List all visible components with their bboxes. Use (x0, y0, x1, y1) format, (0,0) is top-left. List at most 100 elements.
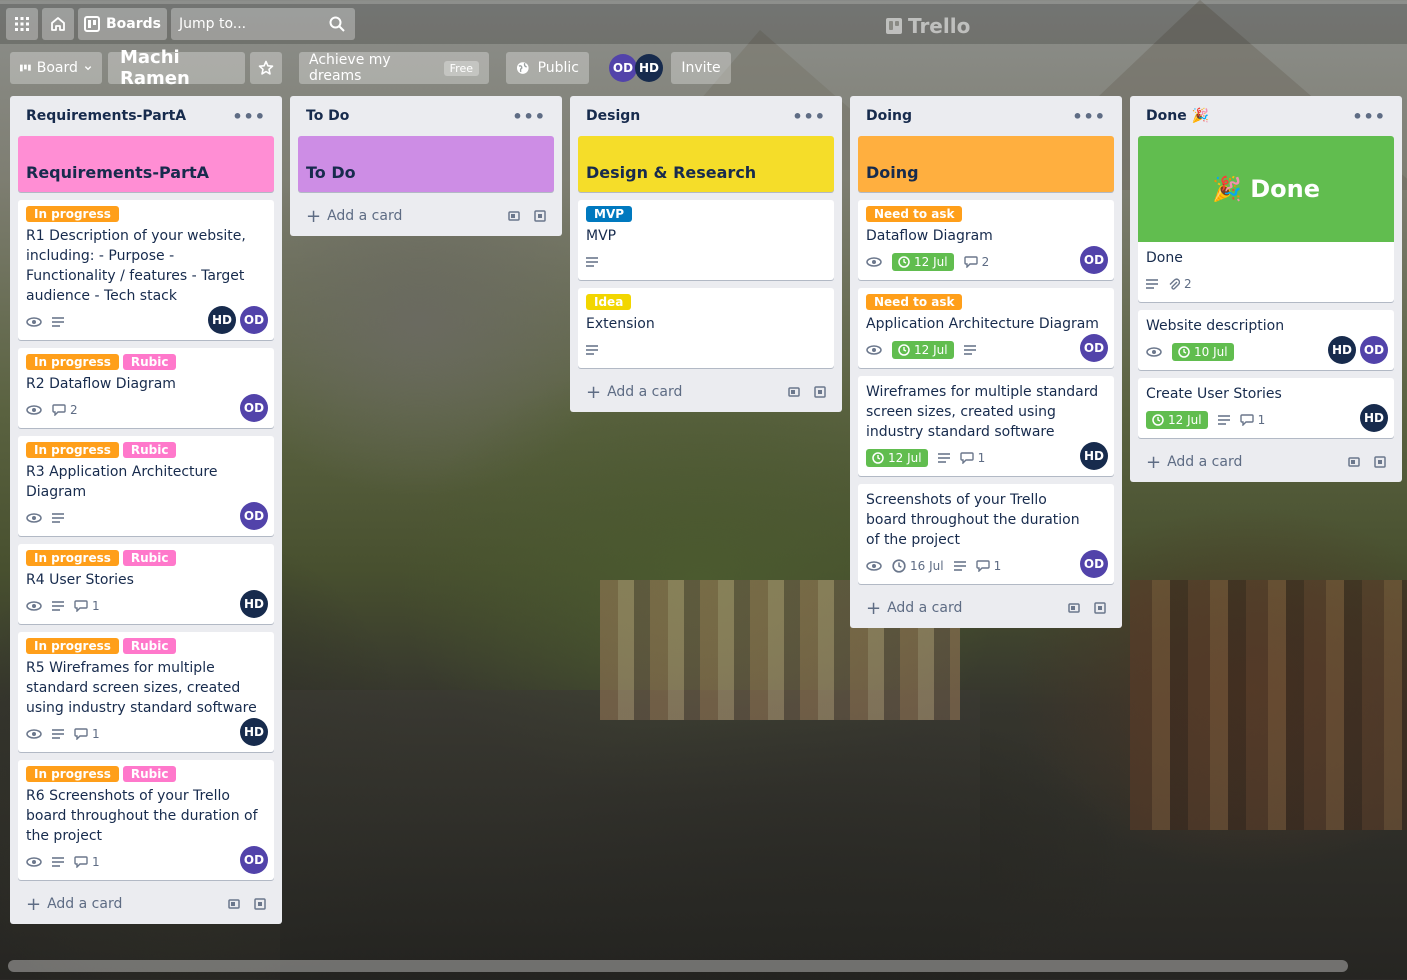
card[interactable]: In progress Rubic R6 Screenshots of your … (18, 760, 274, 880)
card[interactable]: Wireframes for multiple standard screen … (858, 376, 1114, 476)
create-from-template-icon[interactable] (534, 210, 546, 222)
card[interactable]: In progress Rubic R5 Wireframes for multi… (18, 632, 274, 752)
label-mvp[interactable]: MVP (586, 206, 633, 222)
due-date-badge[interactable]: 12 Jul (866, 449, 928, 467)
avatar[interactable]: HD (240, 590, 268, 618)
card[interactable]: In progress Rubic R4 User Stories 1 HD (18, 544, 274, 624)
card[interactable]: Create User Stories 12 Jul 1 HD (1138, 378, 1394, 438)
star-button[interactable] (250, 52, 282, 84)
watch-icon (26, 513, 42, 523)
list-menu-icon[interactable]: ••• (792, 107, 826, 126)
label-in-progress[interactable]: In progress (26, 638, 119, 654)
description-icon (1217, 415, 1230, 425)
visibility-button[interactable]: Public (506, 52, 589, 84)
invite-button[interactable]: Invite (671, 52, 731, 84)
card[interactable]: Need to ask Application Architecture Dia… (858, 288, 1114, 368)
comment-icon (52, 404, 66, 416)
card[interactable]: Need to ask Dataflow Diagram 12 Jul 2 OD (858, 200, 1114, 280)
member-avatar-od[interactable]: OD (609, 54, 637, 82)
workspace-button[interactable]: Achieve my dreams Free (299, 52, 489, 84)
avatar[interactable]: OD (1080, 246, 1108, 274)
apps-grid-icon[interactable] (6, 8, 38, 40)
avatar[interactable]: OD (1080, 334, 1108, 362)
due-date-badge[interactable]: 12 Jul (1146, 411, 1208, 429)
card[interactable]: In progress Rubic R3 Application Architec… (18, 436, 274, 536)
cover-card[interactable]: 🎉 Done Done 2 (1138, 136, 1394, 302)
cover-card[interactable]: To Do (298, 136, 554, 192)
card[interactable]: In progress Rubic R2 Dataflow Diagram 2 O… (18, 348, 274, 428)
list-title[interactable]: Requirements-PartA (26, 108, 186, 124)
avatar[interactable]: OD (240, 502, 268, 530)
list-menu-icon[interactable]: ••• (512, 107, 546, 126)
card[interactable]: Screenshots of your Trello board through… (858, 484, 1114, 584)
card[interactable]: Website description 10 Jul HD OD (1138, 310, 1394, 370)
avatar[interactable]: OD (240, 306, 268, 334)
avatar[interactable]: OD (240, 846, 268, 874)
card[interactable]: Idea Extension (578, 288, 834, 368)
due-date-badge[interactable]: 10 Jul (1172, 343, 1234, 361)
label-in-progress[interactable]: In progress (26, 354, 119, 370)
avatar[interactable]: HD (240, 718, 268, 746)
label-rubic[interactable]: Rubic (122, 442, 177, 458)
member-avatar-hd[interactable]: HD (635, 54, 663, 82)
create-from-template-icon[interactable] (814, 386, 826, 398)
cover-card[interactable]: Design & Research (578, 136, 834, 192)
avatar[interactable]: HD (1328, 336, 1356, 364)
card[interactable]: MVP MVP (578, 200, 834, 280)
avatar[interactable]: HD (1360, 404, 1388, 432)
card-template-icon[interactable] (1348, 457, 1360, 467)
avatar[interactable]: OD (1360, 336, 1388, 364)
label-in-progress[interactable]: In progress (26, 442, 119, 458)
comment-count: 1 (92, 727, 100, 741)
add-card-button[interactable]: + Add a card (26, 894, 122, 915)
label-need-to-ask[interactable]: Need to ask (866, 206, 963, 222)
trello-logo[interactable]: Trello (886, 14, 970, 38)
date-badge[interactable]: 16 Jul (892, 559, 944, 573)
avatar[interactable]: HD (208, 306, 236, 334)
card-template-icon[interactable] (228, 899, 240, 909)
label-in-progress[interactable]: In progress (26, 766, 119, 782)
horizontal-scrollbar[interactable] (8, 960, 1348, 972)
list-title[interactable]: To Do (306, 108, 349, 124)
avatar[interactable]: OD (240, 394, 268, 422)
label-in-progress[interactable]: In progress (26, 550, 119, 566)
card-template-icon[interactable] (1068, 603, 1080, 613)
list-title[interactable]: Design (586, 108, 640, 124)
label-rubic[interactable]: Rubic (122, 638, 177, 654)
card[interactable]: In progress R1 Description of your websi… (18, 200, 274, 340)
add-card-button[interactable]: + Add a card (306, 206, 402, 227)
create-from-template-icon[interactable] (254, 898, 266, 910)
add-card-button[interactable]: + Add a card (1146, 452, 1242, 473)
avatar[interactable]: OD (1080, 550, 1108, 578)
create-from-template-icon[interactable] (1374, 456, 1386, 468)
add-card-button[interactable]: + Add a card (866, 598, 962, 619)
list-title[interactable]: Done 🎉 (1146, 108, 1209, 124)
label-in-progress[interactable]: In progress (26, 206, 119, 222)
cover-card[interactable]: Requirements-PartA (18, 136, 274, 192)
home-button[interactable] (42, 8, 74, 40)
board-name[interactable]: Machi Ramen (108, 47, 245, 89)
label-rubic[interactable]: Rubic (122, 354, 177, 370)
due-date-badge[interactable]: 12 Jul (892, 341, 954, 359)
due-date-badge[interactable]: 12 Jul (892, 253, 954, 271)
list-menu-icon[interactable]: ••• (1072, 107, 1106, 126)
comment-count: 2 (70, 403, 78, 417)
list-title[interactable]: Doing (866, 108, 912, 124)
card-template-icon[interactable] (788, 387, 800, 397)
avatar[interactable]: HD (1080, 442, 1108, 470)
comments-badge: 1 (975, 559, 1001, 573)
board-view-switcher[interactable]: Board (10, 52, 102, 84)
label-rubic[interactable]: Rubic (122, 550, 177, 566)
boards-button[interactable]: Boards (78, 8, 167, 40)
description-icon (963, 345, 976, 355)
label-rubic[interactable]: Rubic (122, 766, 177, 782)
cover-card[interactable]: Doing (858, 136, 1114, 192)
label-idea[interactable]: Idea (586, 294, 632, 310)
add-card-button[interactable]: + Add a card (586, 382, 682, 403)
label-need-to-ask[interactable]: Need to ask (866, 294, 963, 310)
list-menu-icon[interactable]: ••• (1352, 107, 1386, 126)
create-from-template-icon[interactable] (1094, 602, 1106, 614)
search-input[interactable]: Jump to... (171, 8, 355, 40)
list-menu-icon[interactable]: ••• (232, 107, 266, 126)
card-template-icon[interactable] (508, 211, 520, 221)
